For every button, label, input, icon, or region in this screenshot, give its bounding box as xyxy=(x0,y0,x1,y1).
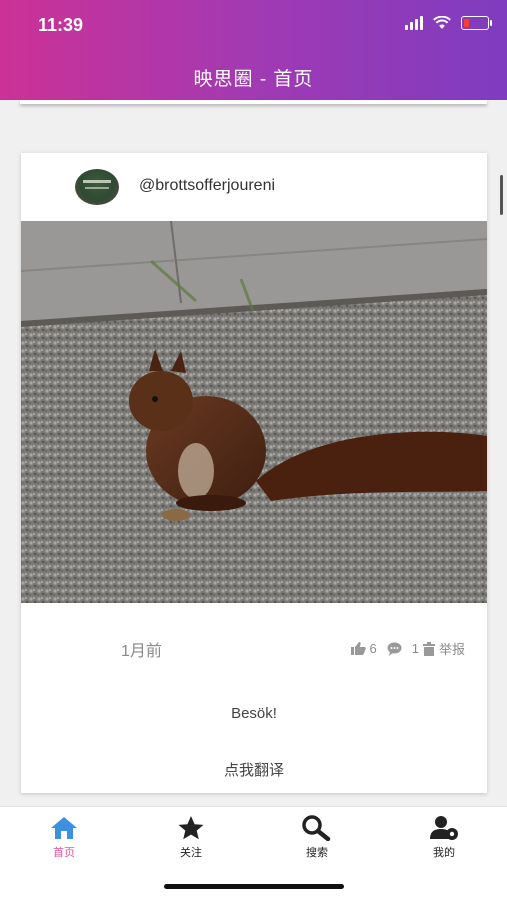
trash-icon[interactable] xyxy=(422,641,435,656)
tab-search-label: 搜索 xyxy=(306,847,328,859)
translate-button[interactable]: 点我翻译 xyxy=(21,759,487,780)
post-text: Besök! xyxy=(231,705,277,722)
home-indicator xyxy=(164,884,344,889)
like-count: 6 xyxy=(369,641,377,656)
comment-icon[interactable] xyxy=(387,642,402,656)
report-button[interactable]: 举报 xyxy=(439,639,465,658)
search-icon xyxy=(302,815,331,841)
comment-count: 1 xyxy=(411,641,419,656)
tab-follow[interactable]: 关注 xyxy=(151,815,231,860)
star-icon xyxy=(178,816,204,840)
home-icon xyxy=(51,817,77,839)
post-username[interactable]: @brottsofferjoureni xyxy=(139,177,275,195)
tab-home-label: 首页 xyxy=(53,847,75,859)
tab-search[interactable]: 搜索 xyxy=(277,815,357,860)
tab-mine[interactable]: 我的 xyxy=(404,815,484,860)
thumbs-up-icon[interactable] xyxy=(350,642,366,655)
status-icons xyxy=(405,16,492,30)
cellular-signal-icon xyxy=(405,16,423,30)
tab-follow-label: 关注 xyxy=(180,847,202,859)
previous-post-card xyxy=(20,100,487,104)
post-card: @brottsofferjoureni 1月前 6 1 举报 Besök! 点我… xyxy=(21,153,487,793)
scrollbar[interactable] xyxy=(500,175,503,215)
user-settings-icon xyxy=(430,816,458,840)
app-header: 11:39 映思圈 - 首页 xyxy=(0,0,507,100)
tab-home[interactable]: 首页 xyxy=(24,815,104,860)
page-title: 映思圈 - 首页 xyxy=(193,69,314,90)
status-time: 11:39 xyxy=(38,15,84,35)
battery-icon xyxy=(461,16,492,30)
avatar[interactable] xyxy=(75,169,119,205)
post-time: 1月前 xyxy=(121,643,162,660)
post-actions: 6 1 举报 xyxy=(350,639,465,658)
post-image[interactable] xyxy=(21,221,487,603)
wifi-icon xyxy=(433,16,451,29)
tab-mine-label: 我的 xyxy=(433,847,455,859)
